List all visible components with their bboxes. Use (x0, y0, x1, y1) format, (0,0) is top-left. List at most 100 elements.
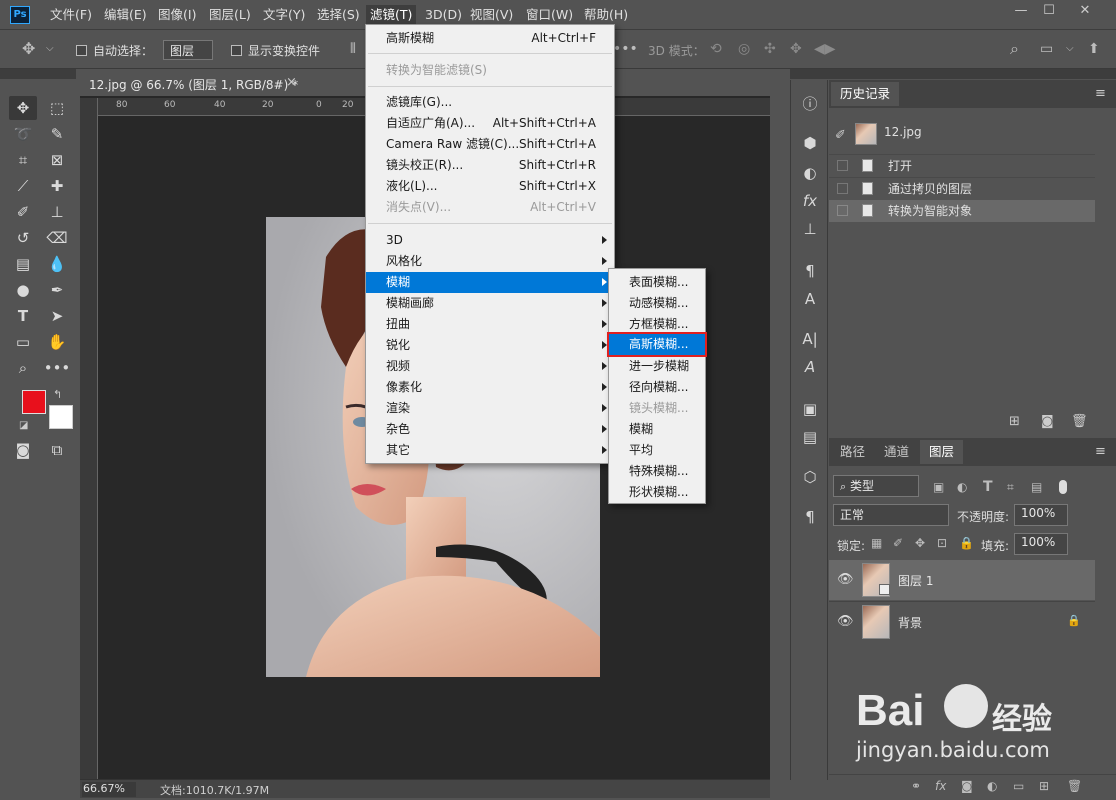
layers-panel-menu-icon[interactable]: ≡ (1095, 444, 1106, 459)
menu-layer[interactable]: 图层(L) (205, 5, 255, 25)
more-options-icon[interactable]: ••• (613, 39, 638, 59)
lock-position-icon[interactable]: ✥ (915, 533, 925, 553)
submenu-item-average[interactable]: 平均 (609, 440, 705, 461)
quick-mask-icon[interactable]: ◙ (9, 438, 37, 462)
lock-all-icon[interactable]: 🔒 (959, 533, 974, 553)
swap-colors-icon[interactable]: ↰ (53, 388, 62, 401)
delete-layer-icon[interactable]: 🗑 (1067, 776, 1082, 796)
menu-item-video[interactable]: 视频 (366, 356, 614, 377)
menu-item-noise[interactable]: 杂色 (366, 419, 614, 440)
submenu-item-shape-blur[interactable]: 形状模糊... (609, 482, 705, 503)
tab-channels[interactable]: 通道 (875, 440, 918, 464)
menu-item-filter-gallery[interactable]: 滤镜库(G)... (366, 92, 614, 113)
history-state[interactable]: 通过拷贝的图层 (829, 177, 1095, 199)
link-layers-icon[interactable]: ⚭ (911, 776, 921, 796)
share-icon[interactable]: ⬆ (1088, 39, 1100, 59)
adjustments-icon[interactable]: ◐ (799, 162, 821, 184)
lock-transparent-icon[interactable]: ▦ (871, 533, 882, 553)
camera-snapshot-icon[interactable]: ◙ (1041, 414, 1054, 429)
menu-item-convert-smart-filter[interactable]: 转换为智能滤镜(S) (366, 60, 614, 81)
auto-select-dropdown[interactable]: 图层 (163, 40, 213, 60)
submenu-item-lens-blur[interactable]: 镜头模糊... (609, 398, 705, 419)
submenu-item-gaussian-blur[interactable]: 高斯模糊... (607, 332, 707, 357)
menu-3d[interactable]: 3D(D) (421, 5, 466, 25)
menu-item-3d[interactable]: 3D (366, 230, 614, 251)
zoom-level[interactable]: 66.67% (82, 782, 136, 797)
workspace-icon[interactable]: ▭ (1040, 39, 1053, 59)
filter-toggle[interactable] (1059, 480, 1067, 494)
submenu-item-motion-blur[interactable]: 动感模糊... (609, 293, 705, 314)
gradient-tool-icon[interactable]: ▤ (9, 252, 37, 276)
layer-row[interactable]: 👁 背景 🔒 (829, 601, 1095, 641)
history-state[interactable]: 打开 (829, 154, 1095, 176)
close-button[interactable]: ✕ (1070, 0, 1100, 22)
zoom-tool-icon[interactable]: ⌕ (9, 356, 37, 380)
rectangle-tool-icon[interactable]: ▭ (9, 330, 37, 354)
menu-file[interactable]: 文件(F) (46, 5, 96, 25)
glyphs-icon[interactable]: A (799, 356, 821, 378)
submenu-item-box-blur[interactable]: 方框模糊... (609, 314, 705, 335)
menu-image[interactable]: 图像(I) (154, 5, 200, 25)
notes-icon[interactable]: ▤ (799, 426, 821, 448)
menu-view[interactable]: 视图(V) (466, 5, 517, 25)
submenu-item-blur-more[interactable]: 进一步模糊 (609, 356, 705, 377)
libraries-icon[interactable]: ▣ (799, 398, 821, 420)
lasso-tool-icon[interactable]: ➰ (9, 122, 37, 146)
menu-item-camera-raw[interactable]: Camera Raw 滤镜(C)... Shift+Ctrl+A (366, 134, 614, 155)
visibility-eye-icon[interactable]: 👁 (837, 614, 854, 629)
align-left-icon[interactable]: ⫴ (350, 39, 356, 59)
submenu-item-surface-blur[interactable]: 表面模糊... (609, 272, 705, 293)
pen-tool-icon[interactable]: ✒ (43, 278, 71, 302)
menu-filter[interactable]: 滤镜(T) (366, 5, 417, 25)
menu-item-blur-gallery[interactable]: 模糊画廊 (366, 293, 614, 314)
clone-source-icon[interactable]: ⊥ (799, 218, 821, 240)
new-document-from-state-icon[interactable]: ⊞ (1009, 414, 1020, 429)
new-layer-icon[interactable]: ⊞ (1039, 776, 1049, 796)
info-icon[interactable]: ⓘ (799, 93, 821, 115)
add-mask-icon[interactable]: ◙ (961, 776, 973, 796)
menu-type[interactable]: 文字(Y) (259, 5, 309, 25)
menu-item-pixelate[interactable]: 像素化 (366, 377, 614, 398)
history-brush-source-icon[interactable]: ✐ (835, 128, 846, 143)
more-tools-icon[interactable]: ••• (43, 356, 71, 380)
menu-window[interactable]: 窗口(W) (522, 5, 577, 25)
fill-input[interactable]: 100% (1014, 533, 1068, 555)
trash-icon[interactable]: 🗑 (1071, 414, 1088, 429)
paragraph-styles-icon[interactable]: ¶ (799, 260, 821, 282)
submenu-item-smart-blur[interactable]: 特殊模糊... (609, 461, 705, 482)
eraser-tool-icon[interactable]: ⌫ (43, 226, 71, 250)
brush-tool-icon[interactable]: ✐ (9, 200, 37, 224)
background-color[interactable] (49, 405, 73, 429)
hand-tool-icon[interactable]: ✋ (43, 330, 71, 354)
pixel-filter-icon[interactable]: ▣ (933, 477, 944, 497)
blur-tool-icon[interactable]: 💧 (43, 252, 71, 276)
menu-item-adaptive-wide-angle[interactable]: 自适应广角(A)... Alt+Shift+Ctrl+A (366, 113, 614, 134)
3d-slide-icon[interactable]: ✥ (790, 39, 802, 59)
menu-item-vanishing-point[interactable]: 消失点(V)... Alt+Ctrl+V (366, 197, 614, 218)
tab-layers[interactable]: 图层 (920, 440, 964, 464)
auto-select-checkbox[interactable] (76, 45, 87, 56)
fx-styles-icon[interactable]: fx (799, 190, 821, 212)
stamp-tool-icon[interactable]: ⊥ (43, 200, 71, 224)
menu-item-sharpen[interactable]: 锐化 (366, 335, 614, 356)
3d-roll-icon[interactable]: ◎ (738, 39, 750, 59)
panel-menu-icon[interactable]: ≡ (1095, 86, 1106, 101)
submenu-item-blur[interactable]: 模糊 (609, 419, 705, 440)
menu-item-lens-correction[interactable]: 镜头校正(R)... Shift+Ctrl+R (366, 155, 614, 176)
foreground-color[interactable] (22, 390, 46, 414)
layer-row-selected[interactable]: 👁 图层 1 (829, 560, 1095, 600)
menu-help[interactable]: 帮助(H) (580, 5, 632, 25)
chevron-down-icon[interactable]: ⌵ (46, 39, 54, 59)
blend-mode-dropdown[interactable]: 正常 (833, 504, 949, 526)
history-source-checkbox[interactable] (837, 183, 848, 194)
move-tool-icon[interactable]: ✥ (9, 96, 37, 120)
menu-item-distort[interactable]: 扭曲 (366, 314, 614, 335)
close-tab-icon[interactable]: × (286, 75, 297, 90)
quick-select-tool-icon[interactable]: ✎ (43, 122, 71, 146)
menu-item-liquify[interactable]: 液化(L)... Shift+Ctrl+X (366, 176, 614, 197)
3d-pan-icon[interactable]: ✣ (764, 39, 776, 59)
menu-edit[interactable]: 编辑(E) (100, 5, 151, 25)
history-source-checkbox[interactable] (837, 205, 848, 216)
3d-scale-icon[interactable]: ◀▶ (814, 39, 836, 59)
tab-history[interactable]: 历史记录 (831, 82, 900, 106)
